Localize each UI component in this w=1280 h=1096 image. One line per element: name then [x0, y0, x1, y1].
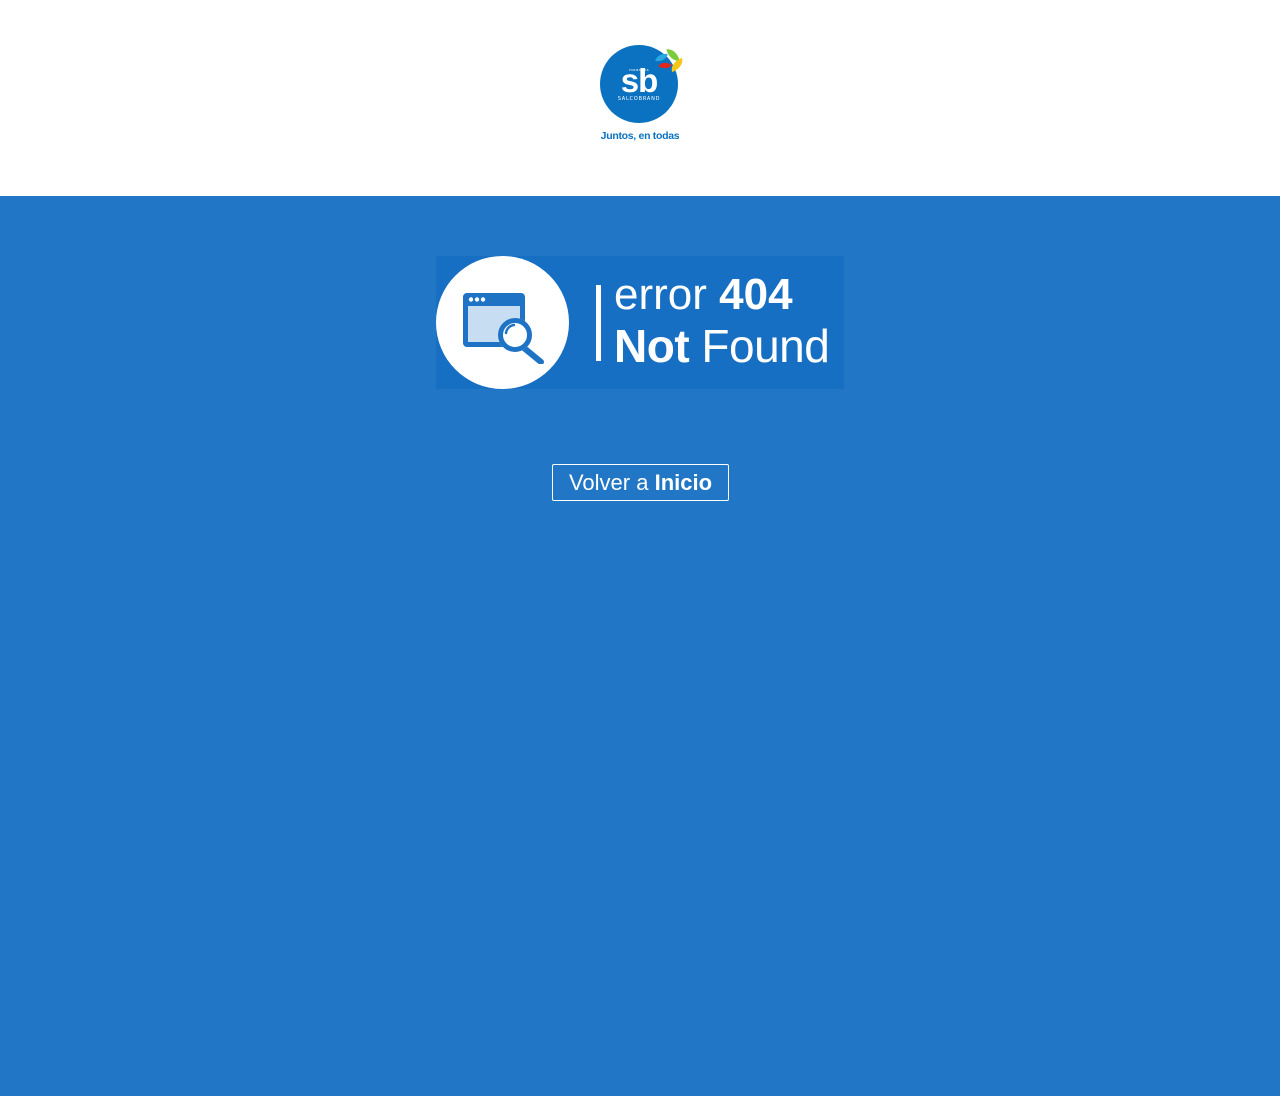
- leaf-red: [658, 59, 672, 72]
- home-button-prefix: Volver a: [568, 470, 649, 495]
- home-button-label: Inicio: [654, 470, 713, 495]
- error-code-heading: error 404: [614, 273, 793, 317]
- error-code: 404: [719, 270, 793, 319]
- found-label: Found: [701, 320, 830, 372]
- not-label: Not: [614, 320, 690, 372]
- logo-brand-text: SALCOBRAND: [617, 96, 661, 102]
- browser-search-icon: [463, 293, 544, 364]
- error-icon-circle: [436, 256, 569, 389]
- salcobrand-logo[interactable]: FARMACIAS sb SALCOBRAND Juntos, en todas: [598, 44, 686, 144]
- site-header: FARMACIAS sb SALCOBRAND Juntos, en todas: [0, 0, 1280, 196]
- error-page-body: error 404 Not Found Volver a Inicio: [0, 196, 1280, 1096]
- error-label: error: [614, 270, 707, 319]
- logo-tagline: Juntos, en todas: [600, 130, 680, 142]
- error-divider: [596, 285, 601, 361]
- back-to-home-button[interactable]: Volver a Inicio: [552, 464, 729, 501]
- error-banner: error 404 Not Found: [436, 256, 844, 389]
- leaf-blue: [655, 52, 668, 63]
- logo-leaves-icon: [655, 46, 686, 78]
- not-found-heading: Not Found: [614, 320, 830, 372]
